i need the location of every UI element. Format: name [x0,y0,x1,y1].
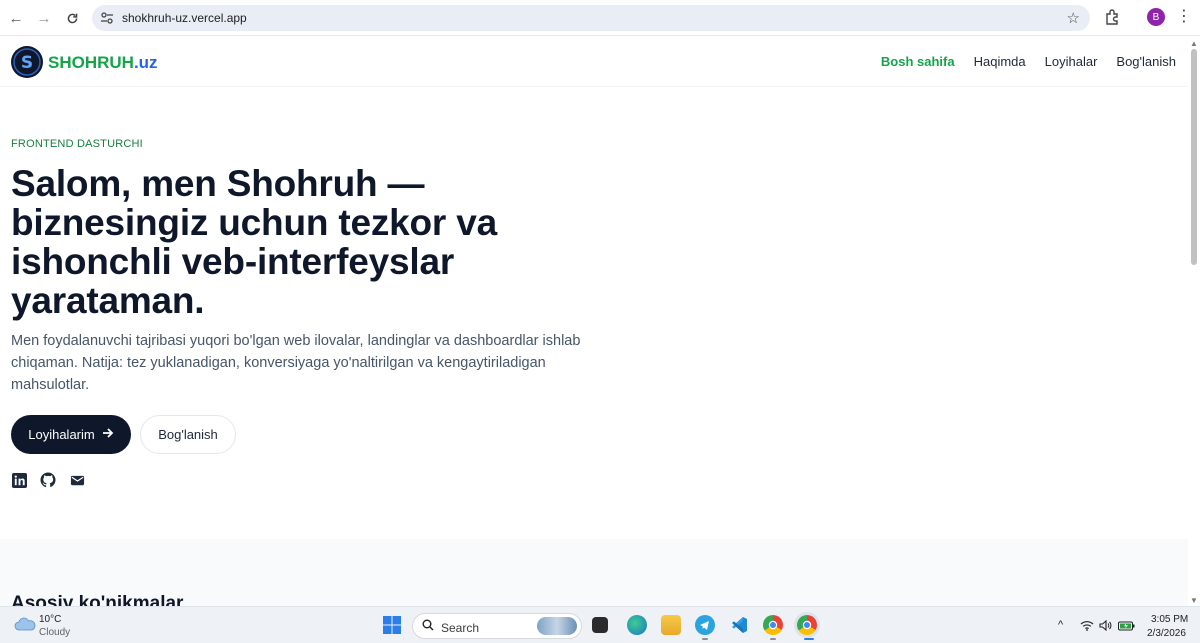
scroll-up-icon[interactable]: ▲ [1190,39,1198,48]
profile-avatar[interactable]: B [1147,8,1165,26]
browser-toolbar: ← → shokhruh-uz.vercel.app ☆ B ⋮ [0,0,1200,36]
nav-contact[interactable]: Bog'lanish [1116,54,1176,69]
site-logo-text[interactable]: SHOHRUH.uz [48,53,158,73]
clock-date[interactable]: 2/3/2026 [1147,628,1186,639]
contact-button-label: Bog'lanish [158,427,218,442]
address-bar[interactable]: shokhruh-uz.vercel.app ☆ [92,5,1090,31]
telegram-icon[interactable] [695,615,715,635]
telegram-running-indicator [702,638,708,640]
svg-text:S: S [21,53,33,73]
back-arrow-icon[interactable]: ← [6,8,26,28]
chrome-icon[interactable] [763,615,783,635]
windows-start-icon[interactable] [382,615,402,635]
web-page: S SHOHRUH.uz Bosh sahifa Haqimda Loyihal… [0,37,1188,606]
hero-eyebrow: FRONTEND DASTURCHI [11,138,143,150]
forward-arrow-icon[interactable]: → [34,8,54,28]
projects-button-label: Loyihalarim [28,427,95,442]
skills-section: Asosiy ko'nikmalar [0,539,1188,606]
main-nav: Bosh sahifa Haqimda Loyihalar Bog'lanish [881,54,1176,69]
file-explorer-icon[interactable] [661,615,681,635]
reload-icon[interactable] [62,8,82,28]
chrome-active-indicator [804,638,814,640]
github-icon[interactable] [40,472,56,488]
projects-button[interactable]: Loyihalarim [11,415,131,454]
windows-taskbar: 10°C Cloudy Search ^ 3:05 PM 2/3/2026 [0,606,1200,643]
cloud-icon[interactable] [14,617,36,631]
clock-time[interactable]: 3:05 PM [1151,614,1188,625]
mail-icon[interactable] [69,472,85,488]
search-label: Search [441,621,480,635]
browser-menu-icon[interactable]: ⋮ [1176,8,1192,26]
site-settings-icon[interactable] [100,11,114,25]
show-hidden-icons-chevron-icon[interactable]: ^ [1058,619,1063,631]
volume-icon[interactable] [1099,620,1112,631]
taskbar-search[interactable]: Search [412,613,582,639]
social-links [11,472,85,488]
hero-title: Salom, men Shohruh — biznesingiz uchun t… [11,163,497,321]
url-text[interactable]: shokhruh-uz.vercel.app [122,11,247,25]
chrome-profile-icon[interactable] [797,615,817,635]
skills-title: Asosiy ko'nikmalar [11,593,184,606]
battery-charging-icon[interactable] [1118,620,1135,631]
vscode-icon[interactable] [729,615,749,635]
site-header: S SHOHRUH.uz Bosh sahifa Haqimda Loyihal… [0,37,1188,87]
nav-projects[interactable]: Loyihalar [1045,54,1098,69]
bookmark-star-icon[interactable]: ☆ [1067,9,1080,27]
scrollbar-thumb[interactable] [1191,49,1197,265]
edge-browser-icon[interactable] [627,615,647,635]
wifi-icon[interactable] [1080,620,1094,631]
arrow-right-icon [102,427,114,442]
nav-home[interactable]: Bosh sahifa [881,54,955,69]
logo-name: SHOHRUH [48,53,134,72]
extensions-icon[interactable] [1104,8,1122,26]
page-scrollbar[interactable]: ▲ ▼ [1188,37,1200,606]
search-highlight-image [537,617,577,635]
search-icon [422,619,434,634]
chrome-running-indicator [770,638,776,640]
logo-tld: .uz [133,53,158,72]
nav-about[interactable]: Haqimda [974,54,1026,69]
file-icon[interactable] [592,617,608,633]
weather-description[interactable]: Cloudy [39,627,70,638]
scroll-down-icon[interactable]: ▼ [1190,596,1198,605]
weather-temperature[interactable]: 10°C [39,614,61,625]
linkedin-icon[interactable] [11,472,27,488]
hero-subtitle: Men foydalanuvchi tajribasi yuqori bo'lg… [11,333,581,393]
logo-icon[interactable]: S [11,46,43,78]
contact-button[interactable]: Bog'lanish [140,415,236,454]
